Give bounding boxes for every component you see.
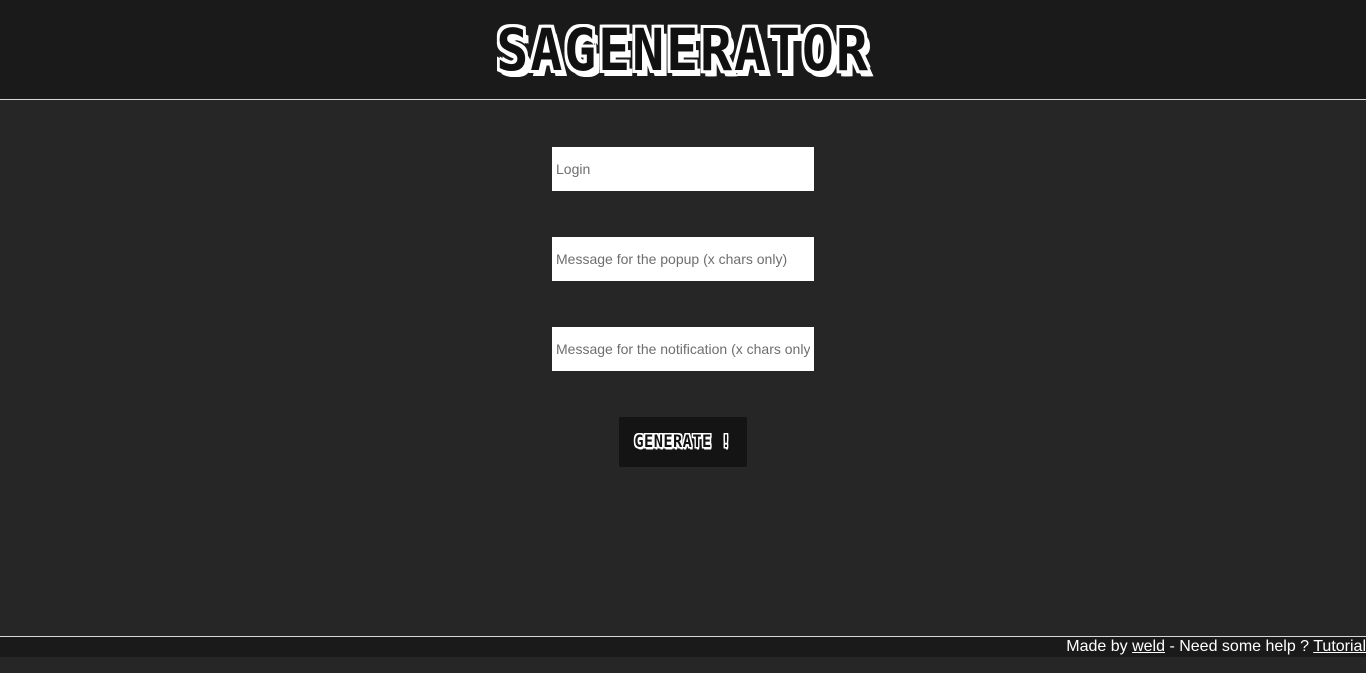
site-logo: SAGENERATOR <box>480 15 886 85</box>
logo-text: SAGENERATOR <box>496 15 870 84</box>
tutorial-link[interactable]: Tutorial <box>1313 638 1366 655</box>
generate-button[interactable]: GENERATE ! <box>619 417 747 467</box>
author-link[interactable]: weld <box>1132 638 1165 655</box>
footer-made-by: Made by <box>1066 638 1133 655</box>
footer-help-text: - Need some help ? <box>1165 638 1314 655</box>
header: SAGENERATOR <box>0 0 1366 100</box>
popup-message-input[interactable] <box>552 237 814 281</box>
footer: Made by weld - Need some help ? Tutorial <box>0 636 1366 657</box>
login-input[interactable] <box>552 147 814 191</box>
notification-message-input[interactable] <box>552 327 814 371</box>
generate-button-label: GENERATE ! <box>634 432 732 452</box>
generator-form <box>552 147 814 417</box>
